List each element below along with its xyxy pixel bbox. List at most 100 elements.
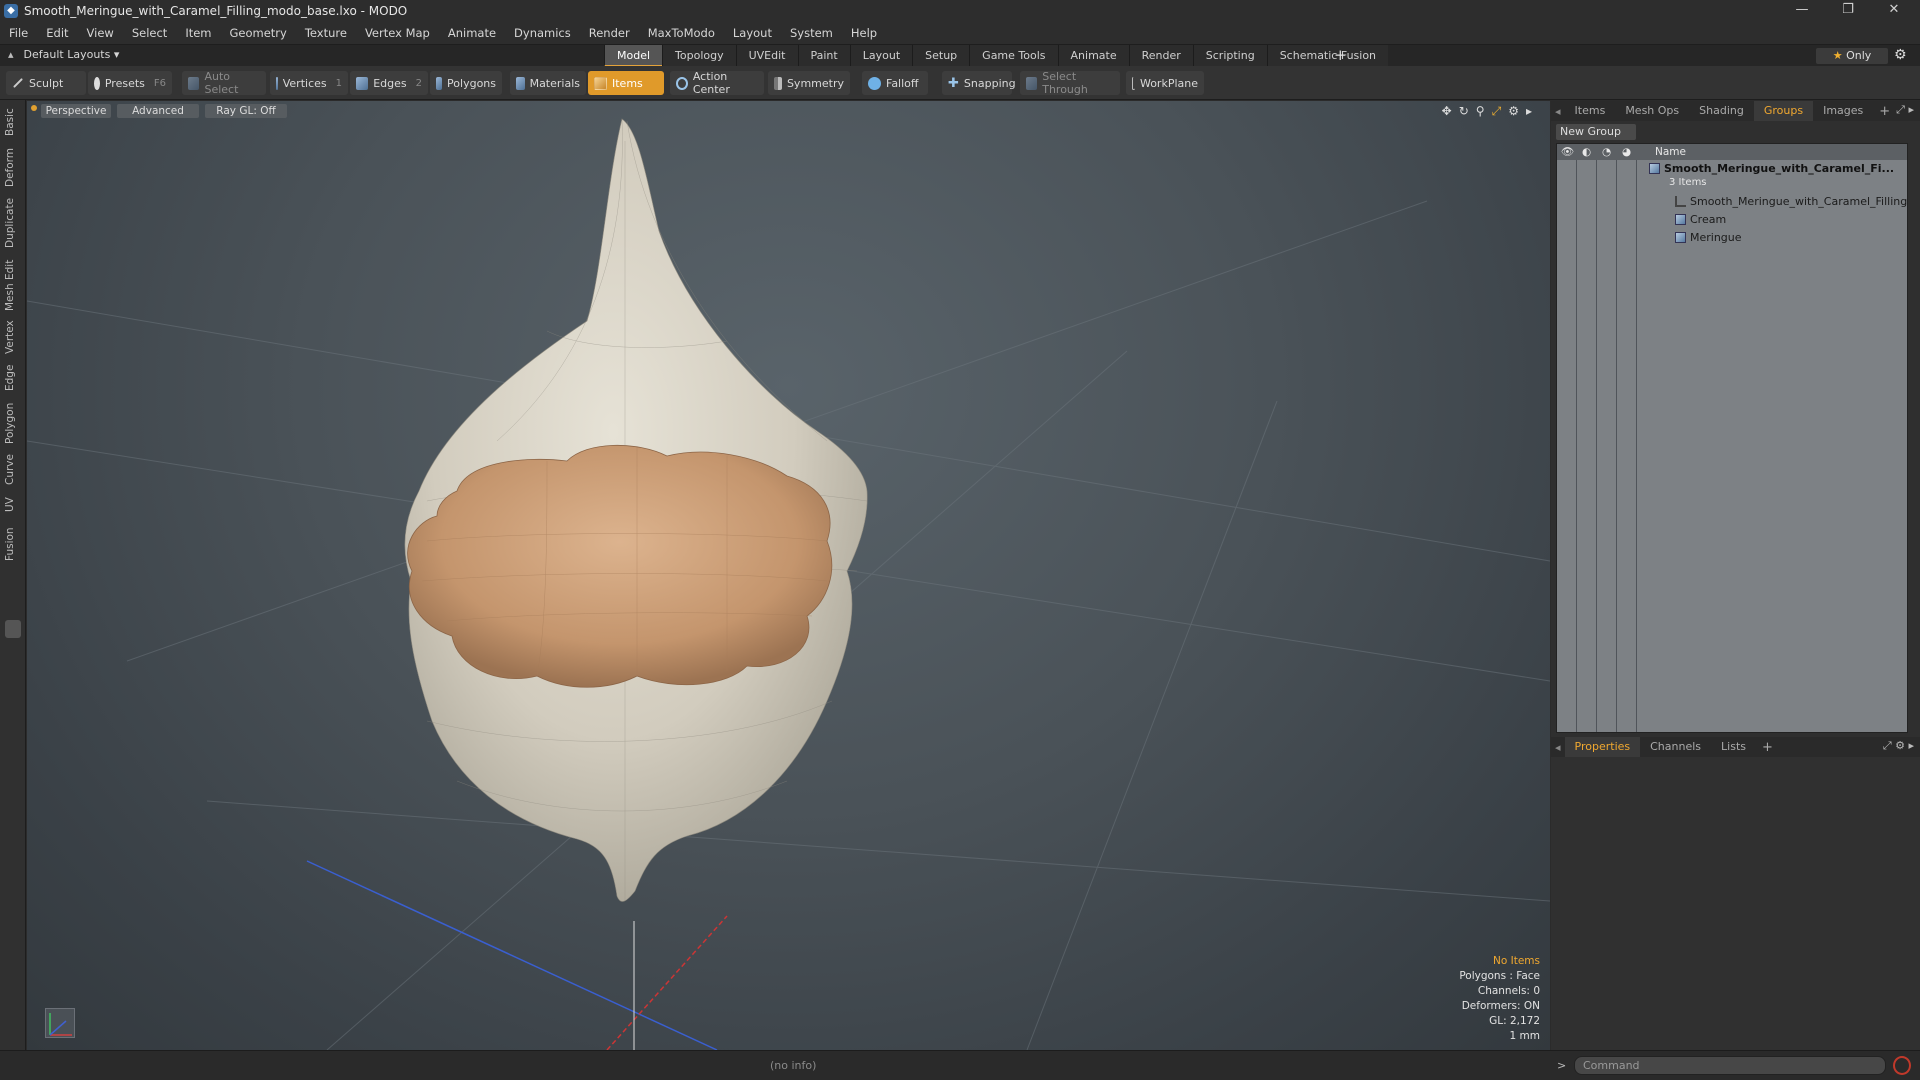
menu-dynamics[interactable]: Dynamics bbox=[505, 26, 580, 40]
menu-geometry[interactable]: Geometry bbox=[221, 26, 296, 40]
menu-vertex-map[interactable]: Vertex Map bbox=[356, 26, 439, 40]
menu-texture[interactable]: Texture bbox=[296, 26, 356, 40]
tab-topology[interactable]: Topology bbox=[662, 45, 736, 67]
tab-model[interactable]: Model bbox=[604, 45, 663, 67]
render-toggle-icon[interactable]: ◐ bbox=[1582, 144, 1591, 160]
tab-items[interactable]: Items bbox=[1565, 101, 1616, 121]
vtab-edge[interactable]: Edge bbox=[4, 362, 22, 394]
add-panel-tab-icon[interactable]: + bbox=[1756, 740, 1779, 755]
fit-icon[interactable]: ⤢ bbox=[1492, 104, 1502, 119]
vtab-duplicate[interactable]: Duplicate bbox=[4, 196, 22, 250]
materials-button[interactable]: Materials bbox=[510, 71, 586, 95]
menu-system[interactable]: System bbox=[781, 26, 842, 40]
tab-schematic-fusion[interactable]: Schematic Fusion bbox=[1266, 45, 1389, 67]
command-record-icon[interactable] bbox=[1893, 1056, 1911, 1075]
vtab-curve[interactable]: Curve bbox=[4, 452, 22, 488]
tab-animate[interactable]: Animate bbox=[1057, 45, 1129, 67]
default-layouts-dropdown[interactable]: Default Layouts ▾ bbox=[24, 48, 120, 61]
command-arrow-icon[interactable]: > bbox=[1557, 1059, 1566, 1072]
vtab-deform[interactable]: Deform bbox=[4, 146, 22, 188]
auto-select-button[interactable]: Auto Select bbox=[182, 70, 266, 96]
close-button[interactable]: ✕ bbox=[1872, 0, 1916, 22]
menu-maxtomodo[interactable]: MaxToModo bbox=[639, 26, 724, 40]
viewport-expand-icon[interactable]: ▸ bbox=[1526, 104, 1532, 119]
menu-render[interactable]: Render bbox=[580, 26, 639, 40]
panel-expand-icon[interactable]: ⤢ ⚙ ▸ bbox=[1883, 739, 1914, 753]
gear-icon[interactable]: ⚙ bbox=[1894, 47, 1907, 63]
layout-menu-icon[interactable]: ▴ bbox=[8, 48, 14, 61]
pan-icon[interactable]: ✥ bbox=[1442, 104, 1452, 119]
minimize-button[interactable]: — bbox=[1780, 0, 1824, 22]
menu-animate[interactable]: Animate bbox=[439, 26, 505, 40]
3d-viewport[interactable]: Perspective Advanced Ray GL: Off ✥ ↻ ⚲ ⤢… bbox=[27, 101, 1550, 1050]
tab-setup[interactable]: Setup bbox=[912, 45, 970, 67]
group-child-row[interactable]: Meringue bbox=[1675, 231, 1742, 244]
tab-layout[interactable]: Layout bbox=[849, 45, 913, 67]
command-input[interactable]: Command bbox=[1574, 1056, 1886, 1075]
eye-icon[interactable]: 👁 bbox=[1561, 144, 1574, 160]
vtab-vertex[interactable]: Vertex bbox=[4, 318, 22, 356]
tab-mesh-ops[interactable]: Mesh Ops bbox=[1615, 101, 1689, 121]
menu-help[interactable]: Help bbox=[842, 26, 886, 40]
edges-button[interactable]: Edges 2 bbox=[350, 71, 428, 95]
tab-shading[interactable]: Shading bbox=[1689, 101, 1754, 121]
workplane-button[interactable]: WorkPlane bbox=[1126, 71, 1204, 95]
add-tab-plus-icon[interactable]: + bbox=[1334, 46, 1347, 64]
select-through-button[interactable]: Select Through bbox=[1020, 70, 1120, 96]
select-toggle-icon[interactable]: ◕ bbox=[1622, 144, 1631, 160]
select-through-icon bbox=[1026, 76, 1038, 90]
tab-groups[interactable]: Groups bbox=[1753, 101, 1814, 121]
vtab-fusion[interactable]: Fusion bbox=[4, 524, 22, 564]
menu-layout[interactable]: Layout bbox=[724, 26, 781, 40]
menu-file[interactable]: File bbox=[0, 26, 37, 40]
sculpt-button[interactable]: Sculpt bbox=[6, 71, 86, 95]
viewport-settings-icon[interactable]: ⚙ bbox=[1508, 104, 1519, 119]
group-child-row[interactable]: Cream bbox=[1675, 213, 1726, 226]
only-button[interactable]: ★ Only bbox=[1816, 48, 1888, 64]
lock-toggle-icon[interactable]: ◔ bbox=[1602, 144, 1611, 160]
group-root-row[interactable]: Smooth_Meringue_with_Caramel_Fi... bbox=[1649, 162, 1894, 175]
viewport-menu-dot-icon[interactable] bbox=[31, 105, 37, 111]
vertices-label: Vertices bbox=[282, 76, 327, 90]
symmetry-button[interactable]: Symmetry bbox=[768, 71, 850, 95]
zoom-icon[interactable]: ⚲ bbox=[1476, 104, 1485, 119]
menu-edit[interactable]: Edit bbox=[37, 26, 77, 40]
action-center-button[interactable]: Action Center bbox=[670, 70, 764, 96]
menu-select[interactable]: Select bbox=[123, 26, 176, 40]
falloff-button[interactable]: Falloff bbox=[862, 71, 928, 95]
panel-menu-icon[interactable]: ◂ bbox=[1551, 105, 1565, 118]
strip-toggle-button[interactable] bbox=[5, 620, 21, 638]
vtab-uv[interactable]: UV bbox=[4, 494, 22, 516]
view-mode-button[interactable]: Perspective bbox=[41, 104, 111, 118]
items-button[interactable]: Items bbox=[588, 71, 664, 95]
tab-game-tools[interactable]: Game Tools bbox=[969, 45, 1058, 67]
menu-view[interactable]: View bbox=[78, 26, 123, 40]
tab-paint[interactable]: Paint bbox=[797, 45, 850, 67]
vertices-button[interactable]: Vertices 1 bbox=[270, 71, 348, 95]
maximize-button[interactable]: ❐ bbox=[1826, 0, 1870, 22]
add-panel-tab-icon[interactable]: + bbox=[1873, 104, 1896, 119]
tab-properties[interactable]: Properties bbox=[1564, 737, 1641, 757]
vtab-basic[interactable]: Basic bbox=[4, 106, 22, 138]
rotate-icon[interactable]: ↻ bbox=[1459, 104, 1469, 119]
name-column-header[interactable]: Name bbox=[1655, 144, 1686, 160]
polygons-button[interactable]: Polygons bbox=[430, 71, 502, 95]
panel-menu-icon[interactable]: ◂ bbox=[1551, 741, 1565, 754]
tab-scripting[interactable]: Scripting bbox=[1192, 45, 1267, 67]
menu-item[interactable]: Item bbox=[176, 26, 220, 40]
vtab-polygon[interactable]: Polygon bbox=[4, 400, 22, 446]
tab-lists[interactable]: Lists bbox=[1711, 737, 1756, 757]
new-group-button[interactable]: New Group bbox=[1556, 124, 1636, 140]
presets-button[interactable]: Presets F6 bbox=[88, 71, 172, 95]
raygl-button[interactable]: Ray GL: Off bbox=[205, 104, 287, 118]
tab-channels[interactable]: Channels bbox=[1640, 737, 1711, 757]
vtab-mesh-edit[interactable]: Mesh Edit bbox=[4, 258, 22, 312]
tab-uvedit[interactable]: UVEdit bbox=[735, 45, 798, 67]
snapping-button[interactable]: ✚ Snapping bbox=[942, 71, 1016, 95]
panel-expand-icon[interactable]: ⤢ ▸ bbox=[1896, 103, 1914, 117]
tab-images[interactable]: Images bbox=[1813, 101, 1873, 121]
advanced-button[interactable]: Advanced bbox=[117, 104, 199, 118]
edges-icon bbox=[356, 76, 369, 90]
tab-render[interactable]: Render bbox=[1128, 45, 1193, 67]
group-child-row[interactable]: Smooth_Meringue_with_Caramel_Filling bbox=[1675, 195, 1907, 208]
